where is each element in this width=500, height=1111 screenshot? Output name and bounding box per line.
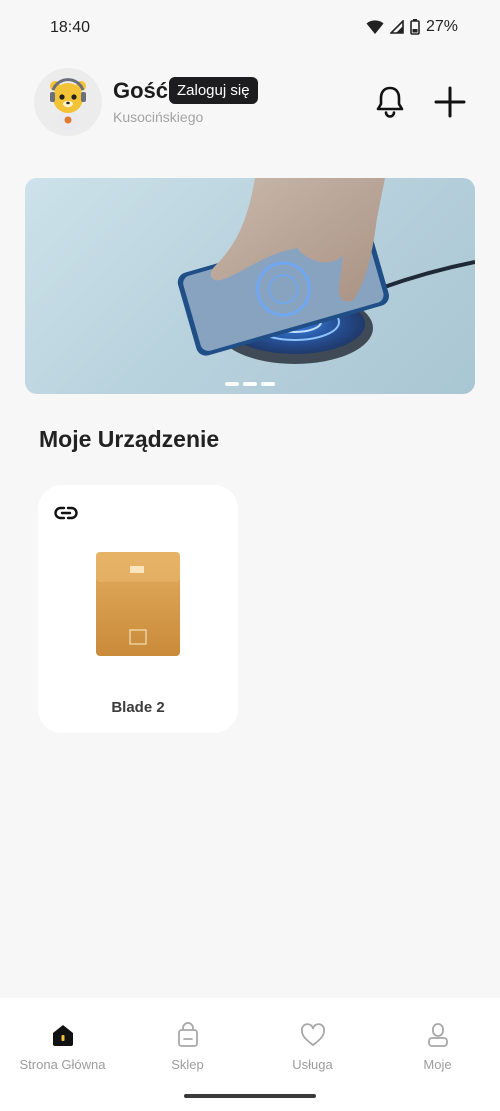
bell-icon bbox=[376, 86, 404, 118]
banner-dot[interactable] bbox=[243, 382, 257, 386]
robot-bear-avatar-icon bbox=[50, 78, 86, 130]
nav-item-home[interactable]: Strona Główna bbox=[0, 1022, 125, 1074]
nav-label: Strona Główna bbox=[19, 1057, 106, 1072]
promo-banner[interactable] bbox=[25, 178, 475, 394]
nav-label: Usługa bbox=[292, 1057, 333, 1072]
home-icon bbox=[52, 1025, 73, 1046]
login-button[interactable]: Zaloguj się bbox=[169, 77, 258, 104]
cellular-signal-icon bbox=[389, 20, 404, 34]
status-bar: 18:40 27% bbox=[0, 0, 500, 56]
nav-item-profile[interactable]: Moje bbox=[375, 1022, 500, 1074]
nav-label: Sklep bbox=[171, 1057, 204, 1072]
section-title: Moje Urządzenie bbox=[39, 426, 220, 452]
user-location: Kusocińskiego bbox=[113, 109, 204, 125]
status-icons: 27% bbox=[366, 18, 458, 36]
shopping-bag-icon bbox=[177, 1022, 198, 1047]
nav-item-service[interactable]: Usługa bbox=[250, 1022, 375, 1074]
add-device-button[interactable] bbox=[432, 84, 468, 120]
home-indicator[interactable] bbox=[184, 1094, 316, 1098]
profile-icon bbox=[427, 1023, 448, 1047]
banner-pagination[interactable] bbox=[25, 382, 475, 386]
nav-item-shop[interactable]: Sklep bbox=[125, 1022, 250, 1074]
nav-label: Moje bbox=[423, 1057, 452, 1072]
wireless-charger-image bbox=[177, 178, 475, 364]
link-icon[interactable] bbox=[54, 501, 78, 525]
battery-icon bbox=[410, 19, 420, 35]
banner-dot[interactable] bbox=[261, 382, 275, 386]
avatar[interactable] bbox=[34, 68, 102, 136]
wifi-icon bbox=[366, 20, 384, 34]
user-name: Gość bbox=[113, 78, 169, 103]
device-card[interactable]: Blade 2 bbox=[38, 485, 238, 733]
status-time: 18:40 bbox=[50, 19, 91, 36]
device-name: Blade 2 bbox=[111, 699, 165, 716]
banner-dot[interactable] bbox=[225, 382, 239, 386]
notifications-button[interactable] bbox=[372, 83, 408, 119]
battery-percent: 27% bbox=[425, 18, 458, 35]
plus-icon bbox=[434, 86, 466, 118]
heart-icon bbox=[300, 1023, 325, 1046]
power-bank-image bbox=[96, 552, 180, 656]
